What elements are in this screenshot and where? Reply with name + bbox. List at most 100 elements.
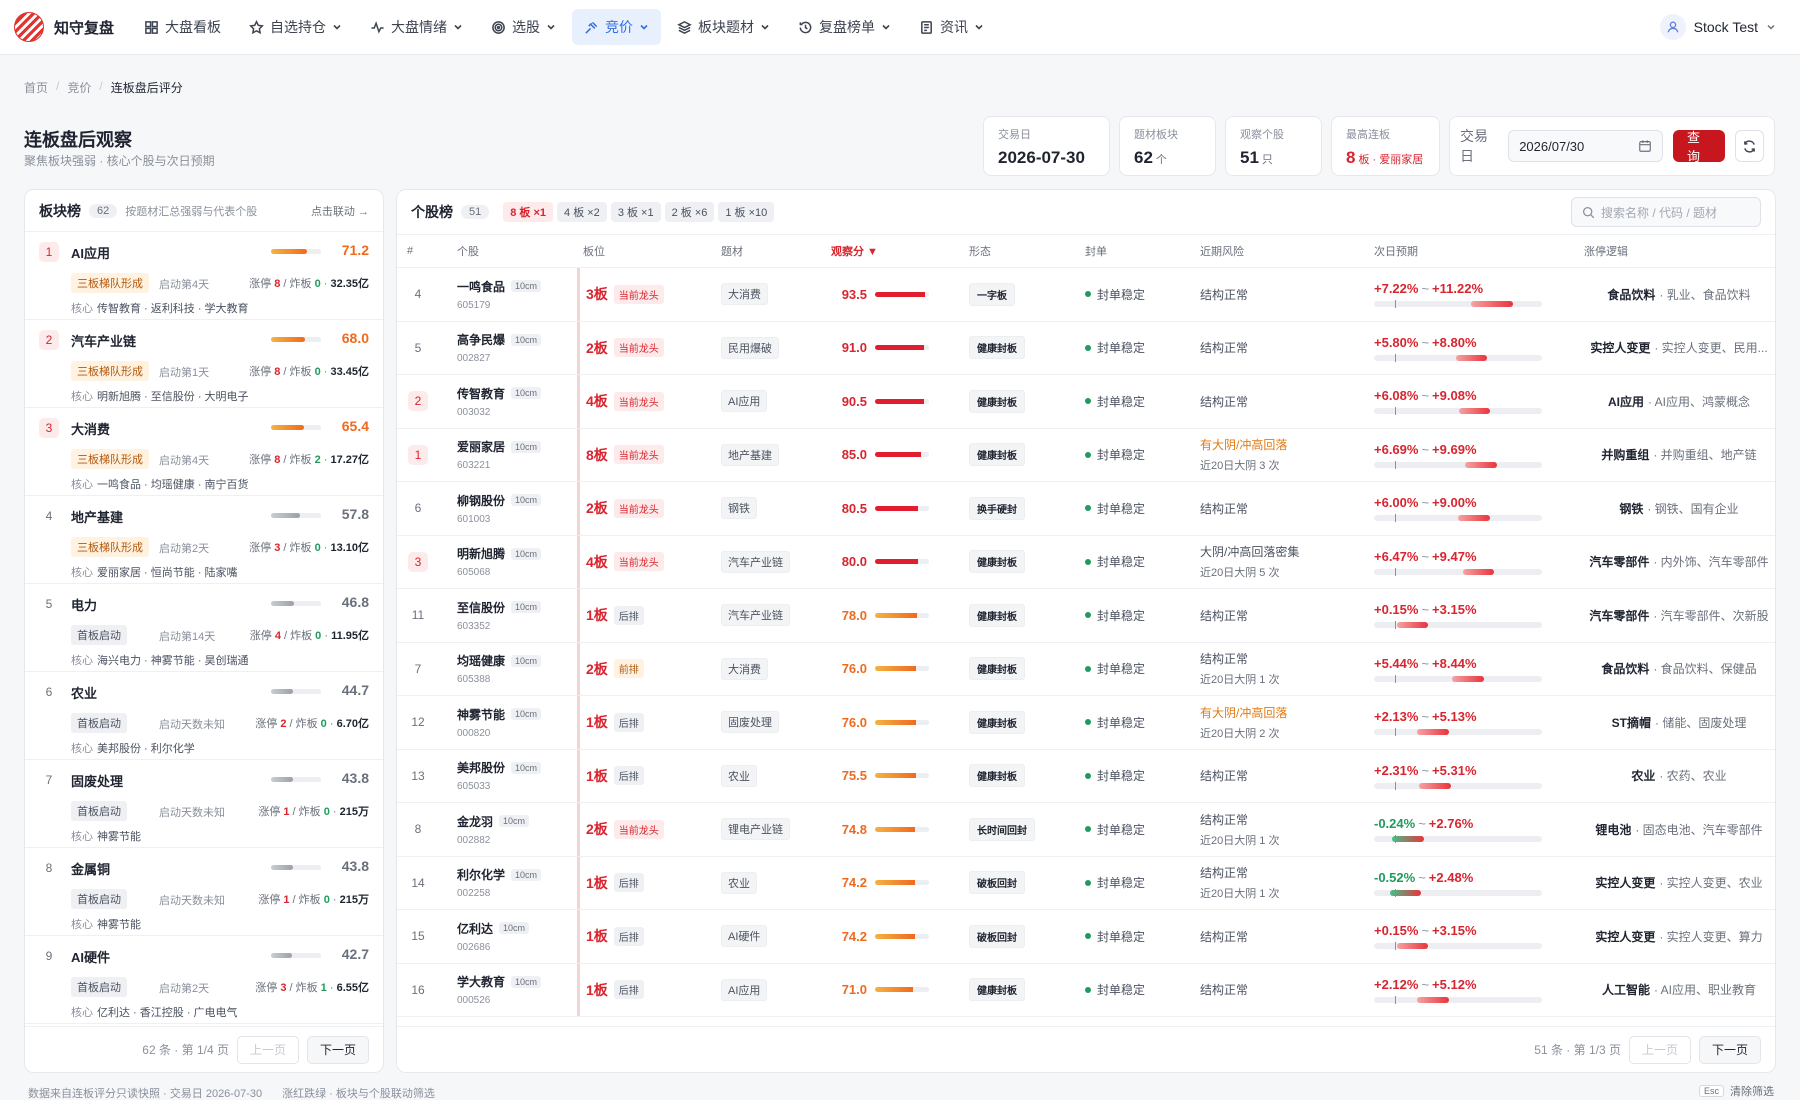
date-input[interactable]: 2026/07/30 [1508,130,1664,162]
app-name: 知守复盘 [54,19,115,37]
theme-cell[interactable]: 钢铁 [721,482,757,535]
stock-cell[interactable]: 亿利达 10cm 002686 [457,910,530,963]
nav-item-4[interactable]: 竞价 [572,9,662,45]
theme-cell[interactable]: 大消费 [721,268,768,321]
sector-item[interactable]: 6 农业 44.7 首板启动 启动天数未知 涨停 2 / 炸板 0 · 6.70亿 核心 美邦… [25,672,383,760]
sector-item[interactable]: 3 大消费 65.4 三板梯队形成 启动第4天 涨停 8 / 炸板 2 · 17.27亿核… [25,408,383,496]
board-filter-chip[interactable]: 2 板 ×6 [664,202,715,222]
stock-name: 爱丽家居 [457,440,506,455]
column-header[interactable]: 观察分 ▼ [831,243,878,259]
table-row[interactable]: 12 神雾节能 10cm 000820 1板 后排 固废处理 76.0 健康封板 封单稳定 有大阴/… [397,696,1775,750]
theme-cell[interactable]: 农业 [721,857,757,910]
sector-score-fill [271,513,300,518]
theme-cell[interactable]: 固废处理 [721,696,779,749]
next-page-button[interactable]: 下一页 [1698,1035,1761,1064]
theme-cell[interactable]: AI应用 [721,964,768,1017]
stat-sector-count: 题材板块 62 个 [1119,116,1216,176]
stock-cell[interactable]: 传智教育 10cm 003032 [457,375,542,428]
stock-cell[interactable]: 学大教育 10cm 000526 [457,964,542,1017]
table-row[interactable]: 2 传智教育 10cm 003032 4板 当前龙头 AI应用 90.5 健康封板 封单稳定 结构正… [397,375,1775,429]
seal-cell: 封单稳定 [1085,375,1145,428]
stock-cell[interactable]: 高争民爆 10cm 002827 [457,322,542,375]
sector-item[interactable]: 5 电力 46.8 首板启动 启动第14天 涨停 4 / 炸板 0 · 11.95亿 核心海… [25,584,383,672]
table-row[interactable]: 13 美邦股份 10cm 605033 1板 后排 农业 75.5 健康封板 封单稳定 结构正常 +2… [397,749,1775,803]
refresh-button[interactable] [1734,130,1764,162]
board-filter-chip[interactable]: 1 板 ×10 [718,202,775,222]
stock-cell[interactable]: 爱丽家居 10cm 603221 [457,429,542,482]
stock-cell[interactable]: 神雾节能 10cm 000820 [457,696,542,749]
nav-item-3[interactable]: 选股 [479,9,568,45]
nav-item-0[interactable]: 大盘看板 [132,9,233,45]
status-dot [1085,291,1091,298]
position-tag: 后排 [613,926,644,946]
stock-cell[interactable]: 利尔化学 10cm 002258 [457,857,542,910]
theme-cell[interactable]: AI应用 [721,375,768,428]
stock-cell[interactable]: 一鸣食品 10cm 605179 [457,268,542,321]
sector-item[interactable]: 2 汽车产业链 68.0 三板梯队形成 启动第1天 涨停 8 / 炸板 0 · 33.45… [25,320,383,408]
stock-cell[interactable]: 均瑶健康 10cm 605388 [457,643,542,696]
board-filter-chip[interactable]: 4 板 ×2 [557,202,607,222]
query-button[interactable]: 查询 [1673,130,1725,164]
table-row[interactable]: 11 至信股份 10cm 603352 1板 后排 汽车产业链 78.0 健康封板 封单稳定 结构正… [397,589,1775,643]
stock-cell[interactable]: 至信股份 10cm 603352 [457,589,542,642]
table-row[interactable]: 6 柳钢股份 10cm 601003 2板 当前龙头 钢铁 80.5 换手硬封 封单稳定 结构正常 +… [397,482,1775,536]
next-page-button[interactable]: 下一页 [306,1035,369,1064]
breadcrumb-home[interactable]: 首页 [24,79,48,96]
table-row[interactable]: 4 一鸣食品 10cm 605179 3板 当前龙头 大消费 93.5 一字板 封单稳定 结构正常 +… [397,268,1775,322]
theme-cell[interactable]: 大消费 [721,643,768,696]
board-filter-chip[interactable]: 8 板 ×1 [503,202,554,222]
table-row[interactable]: 5 高争民爆 10cm 002827 2板 当前龙头 民用爆破 91.0 健康封板 封单稳定 结构正… [397,321,1775,375]
nav-item-1[interactable]: 自选持仓 [237,9,354,45]
table-row[interactable]: 14 利尔化学 10cm 002258 1板 后排 农业 74.2 破板回封 封单稳定 结构正常 近2… [397,856,1775,910]
position-tag: 当前龙头 [613,819,664,839]
sector-name: 农业 [71,686,98,701]
breadcrumb-bidding[interactable]: 竞价 [67,79,91,96]
table-row[interactable]: 7 均瑶健康 10cm 605388 2板 前排 大消费 76.0 健康封板 封单稳定 结构正常 近2… [397,642,1775,696]
prediction-range-bar [1374,460,1542,469]
stock-cell[interactable]: 明新旭腾 10cm 605068 [457,536,542,589]
table-row[interactable]: 15 亿利达 10cm 002686 1板 后排 AI硬件 74.2 破板回封 封单稳定 结构正常 +… [397,910,1775,964]
table-row[interactable]: 1 爱丽家居 10cm 603221 8板 当前龙头 地产基建 85.0 健康封板 封单稳定 有大阴… [397,428,1775,482]
row-index: 6 [414,501,422,516]
theme-cell[interactable]: 农业 [721,750,757,803]
app-logo[interactable]: 知守复盘 [14,12,114,42]
sector-core-stocks: 核心 美邦股份 · 利尔化学 [71,743,195,755]
user-menu[interactable]: Stock Test [1659,14,1786,40]
stat-stock-count: 观察个股 51 只 [1225,116,1322,176]
link-toggle[interactable]: 点击联动 → [311,203,369,219]
sector-item[interactable]: 7 固废处理 43.8 首板启动 启动天数未知 涨停 1 / 炸板 0 · 215万 核心神… [25,760,383,848]
sector-item[interactable]: 1 AI应用 71.2 三板梯队形成 启动第4天 涨停 8 / 炸板 0 · 32.35亿… [25,232,383,320]
theme-cell[interactable]: 地产基建 [721,429,779,482]
sector-item[interactable]: 9 AI硬件 42.7 首板启动 启动第2天 涨停 3 / 炸板 1 · 6.55亿 核心亿… [25,936,383,1024]
theme-cell[interactable]: 锂电产业链 [721,803,790,856]
theme-cell[interactable]: AI硬件 [721,910,768,963]
nav-item-2[interactable]: 大盘情绪 [358,9,475,45]
sector-item[interactable]: 8 金属铜 43.8 首板启动 启动天数未知 涨停 1 / 炸板 0 · 215万 核心 神雾… [25,848,383,936]
nav-label: 自选持仓 [270,19,327,35]
theme-cell[interactable]: 民用爆破 [721,322,779,375]
theme-cell[interactable]: 汽车产业链 [721,536,790,589]
prev-page-button[interactable]: 上一页 [236,1035,299,1064]
stock-cell[interactable]: 金龙羽 10cm 002882 [457,803,530,856]
score-bar-fill [875,398,924,404]
sector-score-bar [271,337,321,342]
table-row[interactable]: 16 学大教育 10cm 000526 1板 后排 AI应用 71.0 健康封板 封单稳定 结构正常… [397,963,1775,1017]
score-cell: 74.8 [835,803,929,856]
board-filter-chip[interactable]: 3 板 ×1 [610,202,661,222]
footer-source: 数据来自连板评分只读快照 · 交易日 2026-07-30 [28,1088,263,1100]
prev-page-button[interactable]: 上一页 [1628,1035,1691,1064]
nav-item-6[interactable]: 复盘榜单 [786,9,903,45]
stock-cell[interactable]: 柳钢股份 10cm 601003 [457,482,542,535]
sector-item[interactable]: 4 地产基建 57.8 三板梯队形成 启动第2天 涨停 3 / 炸板 0 · 13.10亿… [25,496,383,584]
stock-cell[interactable]: 美邦股份 10cm 605033 [457,750,542,803]
table-row[interactable]: 3 明新旭腾 10cm 605068 4板 当前龙头 汽车产业链 80.0 健康封板 封单稳定 大阴… [397,535,1775,589]
risk-cell: 结构正常 [1200,983,1249,998]
nav-item-5[interactable]: 板块题材 [665,9,782,45]
theme-cell[interactable]: 汽车产业链 [721,589,790,642]
clear-filter[interactable]: Esc 清除筛选 [1698,1083,1774,1099]
chevron-down-icon [1767,24,1775,30]
table-row[interactable]: 8 金龙羽 10cm 002882 2板 当前龙头 锂电产业链 74.8 长时间回封 封单稳定 结构… [397,803,1775,857]
stock-search-input[interactable]: 搜索名称 / 代码 / 题材 [1571,197,1761,227]
nav-item-7[interactable]: 资讯 [907,9,996,45]
sector-core-stocks: 核心 亿利达 · 香江控股 · 广电电气 [71,1007,238,1019]
